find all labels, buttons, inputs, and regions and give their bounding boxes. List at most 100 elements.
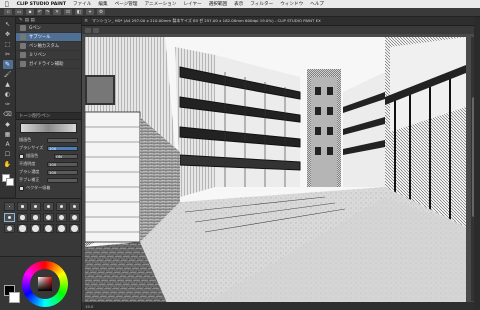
blend-tool-icon[interactable]: ◐: [3, 90, 13, 99]
brush-size-preset[interactable]: [56, 213, 67, 222]
brush-size-grid: [0, 199, 81, 236]
text-tool-icon[interactable]: A: [3, 140, 13, 149]
tool-property-panel: トーン削りペン 描画色 ブラシサイズ 100 描画色 ON 不透明度 100 ブ…: [16, 112, 82, 198]
property-row[interactable]: 手ブレ補正: [16, 176, 81, 184]
fill-tool-icon[interactable]: ◆: [3, 120, 13, 129]
property-row[interactable]: 描画色 ON: [16, 152, 81, 160]
menu-help[interactable]: ヘルプ: [310, 1, 324, 7]
stabilization-slider[interactable]: [47, 177, 78, 183]
fill-icon[interactable]: ◧: [75, 9, 83, 15]
settings-icon[interactable]: ⚙: [97, 9, 105, 15]
view-icon[interactable]: [93, 27, 99, 33]
brush-size-preset[interactable]: [30, 224, 41, 233]
close-icon[interactable]: ×: [84, 18, 89, 24]
subtool-panel: ✎ ▤ ▤ Gペン サブツール ペン軸カスタム ミリペン ガイドライン補助: [16, 17, 82, 112]
brush-size-preset[interactable]: [69, 202, 80, 211]
menu-file[interactable]: ファイル: [73, 1, 91, 7]
zoom-level[interactable]: 19.0: [85, 304, 93, 309]
menu-view[interactable]: 表示: [234, 1, 243, 7]
snap-icon[interactable]: ⌖: [86, 9, 94, 15]
redo-icon[interactable]: ↷: [45, 9, 50, 15]
hand-tool-icon[interactable]: ✋: [3, 160, 13, 169]
brush-dot-icon: [45, 225, 52, 232]
menu-animation[interactable]: アニメーション: [144, 1, 176, 7]
open-file-icon[interactable]: ▭: [15, 9, 23, 15]
brush-size-preset[interactable]: [69, 224, 80, 233]
menu-page[interactable]: ページ管理: [115, 1, 138, 7]
menu-app-name[interactable]: CLIP STUDIO PAINT: [17, 2, 66, 7]
property-row[interactable]: 描画色: [16, 136, 81, 144]
brush-size-preset[interactable]: [4, 202, 15, 211]
subtool-item[interactable]: ペン軸カスタム: [16, 42, 81, 51]
new-file-icon[interactable]: ▫: [4, 9, 12, 15]
pen-tool-icon[interactable]: ✎: [2, 60, 13, 69]
opacity-slider[interactable]: 100: [47, 161, 78, 167]
brush-size-preset[interactable]: [4, 224, 15, 233]
menu-filter[interactable]: フィルター: [250, 1, 273, 7]
save-icon[interactable]: ▪: [26, 9, 34, 15]
brush-size-preset[interactable]: [69, 213, 80, 222]
cut-tool-icon[interactable]: ✂: [3, 50, 13, 59]
property-row[interactable]: ブラシ濃度 100: [16, 168, 81, 176]
property-row[interactable]: 不透明度 100: [16, 160, 81, 168]
property-row[interactable]: ベクター吸着: [16, 184, 81, 192]
saturation-value-square[interactable]: [38, 277, 52, 291]
subtool-item[interactable]: Gペン: [16, 24, 81, 33]
brush-size-preset[interactable]: [43, 224, 54, 233]
brush-size-slider[interactable]: 100: [47, 145, 78, 151]
property-label: 不透明度: [19, 161, 36, 166]
property-value[interactable]: ON: [54, 153, 78, 159]
brush-size-preset[interactable]: [56, 202, 67, 211]
property-checkbox[interactable]: [19, 185, 24, 191]
menu-layer[interactable]: レイヤー: [183, 1, 201, 7]
brush-size-preset[interactable]: [30, 213, 41, 222]
menu-window[interactable]: ウィンドウ: [280, 1, 303, 7]
subtool-item[interactable]: ミリペン: [16, 51, 81, 60]
zoom-tool-icon[interactable]: ↖: [3, 20, 13, 29]
subtool-item[interactable]: サブツール: [16, 33, 81, 42]
apple-menu-icon[interactable]: : [5, 1, 9, 8]
eraser-tool-icon[interactable]: ⌫: [3, 110, 13, 119]
menu-selection[interactable]: 選択範囲: [209, 1, 227, 7]
right-panel-strip: [474, 17, 480, 310]
brush-dot-icon: [72, 204, 77, 209]
move-tool-icon[interactable]: ✥: [3, 30, 13, 39]
brush-size-preset[interactable]: [17, 224, 28, 233]
property-value[interactable]: [47, 137, 78, 143]
brush-size-preset[interactable]: [4, 213, 15, 222]
subtool-item[interactable]: ガイドライン補助: [16, 60, 81, 69]
subtool-item-label: Gペン: [29, 26, 41, 31]
brush-size-preset[interactable]: [17, 213, 28, 222]
brush-size-preset[interactable]: [56, 224, 67, 233]
canvas-illustration[interactable]: [85, 37, 466, 310]
brush-size-preset[interactable]: [30, 202, 41, 211]
brush-size-preset[interactable]: [43, 202, 54, 211]
brush-dot-icon: [21, 205, 24, 208]
sub-color-chip[interactable]: [9, 292, 20, 303]
canvas-area: × マンション_ HD* (A4 297.00 x 210.00mm 製本サイズ…: [82, 17, 480, 310]
brush-size-preset[interactable]: [43, 213, 54, 222]
subtool-item-label: ミリペン: [29, 53, 47, 58]
property-label: 描画色: [26, 153, 39, 158]
property-checkbox[interactable]: [19, 153, 24, 159]
document-tab[interactable]: × マンション_ HD* (A4 297.00 x 210.00mm 製本サイズ…: [82, 17, 480, 26]
clear-icon[interactable]: ✕: [53, 9, 61, 15]
gradient-tool-icon[interactable]: ▦: [3, 130, 13, 139]
hue-ring[interactable]: [22, 261, 68, 307]
brush-tool-icon[interactable]: 🖌: [3, 70, 13, 79]
status-bar: 19.0: [82, 302, 480, 310]
density-slider[interactable]: 100: [47, 169, 78, 175]
brush-size-preset[interactable]: [17, 202, 28, 211]
undo-icon[interactable]: ↶: [37, 9, 42, 15]
airbrush-tool-icon[interactable]: ▲: [3, 80, 13, 89]
pencil-tool-icon[interactable]: ✑: [3, 100, 13, 109]
frame-tool-icon[interactable]: ☐: [3, 150, 13, 159]
layer-icon[interactable]: [85, 27, 91, 33]
color-wheel-panel: [0, 256, 82, 310]
transform-icon[interactable]: ⊡: [64, 9, 72, 15]
color-swatches[interactable]: [1, 174, 14, 186]
menu-edit[interactable]: 編集: [98, 1, 107, 7]
property-row[interactable]: ブラシサイズ 100: [16, 144, 81, 152]
selection-tool-icon[interactable]: ⬚: [3, 40, 13, 49]
sub-color-swatch[interactable]: [5, 178, 14, 186]
